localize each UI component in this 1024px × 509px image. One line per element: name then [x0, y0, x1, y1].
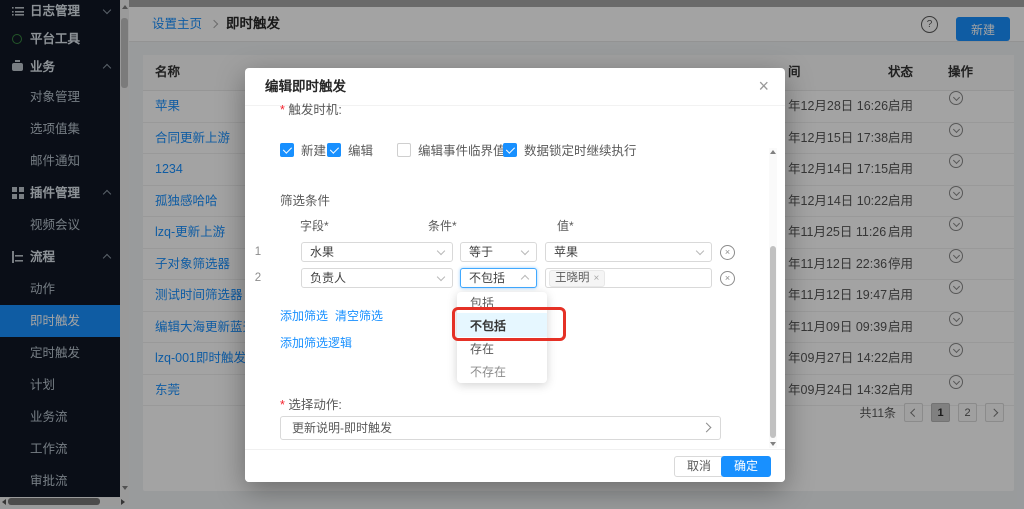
checkbox-new[interactable]: 新建	[280, 140, 326, 159]
modal-scrollbar[interactable]	[769, 148, 777, 448]
tag-label: 王晓明	[555, 272, 590, 284]
chevron-right-icon	[702, 423, 712, 433]
checkbox-label: 新建	[301, 140, 326, 159]
filter-row-number: 2	[251, 268, 265, 288]
filter-col-field: 字段*	[300, 217, 329, 234]
field-select-row1[interactable]: 水果	[301, 242, 453, 262]
condition-dropdown: 包括 不包括 存在 不存在	[457, 292, 547, 383]
dropdown-option-not-include[interactable]: 不包括	[457, 313, 547, 337]
select-value: 负责人	[310, 271, 346, 285]
filter-row-number: 1	[251, 242, 265, 262]
checkbox-checked-icon[interactable]	[327, 143, 341, 157]
checkbox-checked-icon[interactable]	[503, 143, 517, 157]
checkbox-unchecked-icon[interactable]	[397, 143, 411, 157]
dropdown-option-not-exists[interactable]: 不存在	[457, 360, 547, 383]
checkbox-checked-icon[interactable]	[280, 143, 294, 157]
remove-filter-row-icon[interactable]: ×	[720, 271, 735, 286]
trigger-timing-label: 触发时机:	[280, 99, 342, 118]
selected-action-item[interactable]: 更新说明-即时触发	[280, 416, 721, 440]
select-value: 不包括	[469, 271, 505, 285]
chevron-down-icon	[696, 247, 704, 255]
add-filter-logic-link[interactable]: 添加筛选逻辑	[280, 334, 352, 351]
add-filter-link[interactable]: 添加筛选	[280, 307, 328, 324]
selected-action-label: 更新说明-即时触发	[292, 421, 392, 435]
checkbox-label: 编辑事件临界值	[418, 140, 506, 159]
chevron-down-icon	[437, 273, 445, 281]
filter-col-value: 值*	[557, 217, 574, 234]
select-value: 等于	[469, 245, 493, 259]
confirm-button[interactable]: 确定	[721, 456, 771, 477]
filter-col-cond: 条件*	[428, 217, 457, 234]
checkbox-continue-when-locked[interactable]: 数据锁定时继续执行	[503, 140, 637, 159]
chevron-down-icon	[521, 247, 529, 255]
checkbox-label: 数据锁定时继续执行	[524, 140, 637, 159]
tag-remove-icon[interactable]: ×	[594, 273, 600, 284]
cancel-button[interactable]: 取消	[674, 456, 724, 477]
scrollbar-thumb[interactable]	[770, 246, 776, 438]
filter-section-label: 筛选条件	[280, 190, 330, 209]
checkbox-edit-event-threshold[interactable]: 编辑事件临界值	[397, 140, 506, 159]
scroll-down-arrow-icon[interactable]	[770, 442, 776, 446]
select-value: 苹果	[554, 245, 578, 259]
checkbox-edit[interactable]: 编辑	[327, 140, 373, 159]
value-select-row1[interactable]: 苹果	[545, 242, 712, 262]
chevron-down-icon	[437, 247, 445, 255]
edit-instant-trigger-modal: 编辑即时触发 × 触发时机: 新建 编辑 编辑事件临界值 数据锁定时继续执行 筛…	[245, 68, 785, 482]
scroll-up-arrow-icon[interactable]	[770, 150, 776, 154]
condition-select-row2[interactable]: 不包括	[460, 268, 537, 288]
condition-select-row1[interactable]: 等于	[460, 242, 537, 262]
dropdown-option-exists[interactable]: 存在	[457, 337, 547, 360]
clear-filter-link[interactable]: 清空筛选	[335, 307, 383, 324]
close-icon[interactable]: ×	[758, 74, 769, 98]
select-action-label: 选择动作:	[280, 394, 342, 413]
modal-footer: 取消 确定	[245, 449, 785, 482]
remove-filter-row-icon[interactable]: ×	[720, 245, 735, 260]
field-select-row2[interactable]: 负责人	[301, 268, 453, 288]
value-input-row2[interactable]: 王晓明 ×	[545, 268, 712, 288]
value-tag: 王晓明 ×	[549, 270, 605, 287]
dropdown-option-include[interactable]: 包括	[457, 292, 547, 313]
select-value: 水果	[310, 245, 334, 259]
chevron-up-icon	[521, 275, 529, 283]
checkbox-label: 编辑	[348, 140, 373, 159]
